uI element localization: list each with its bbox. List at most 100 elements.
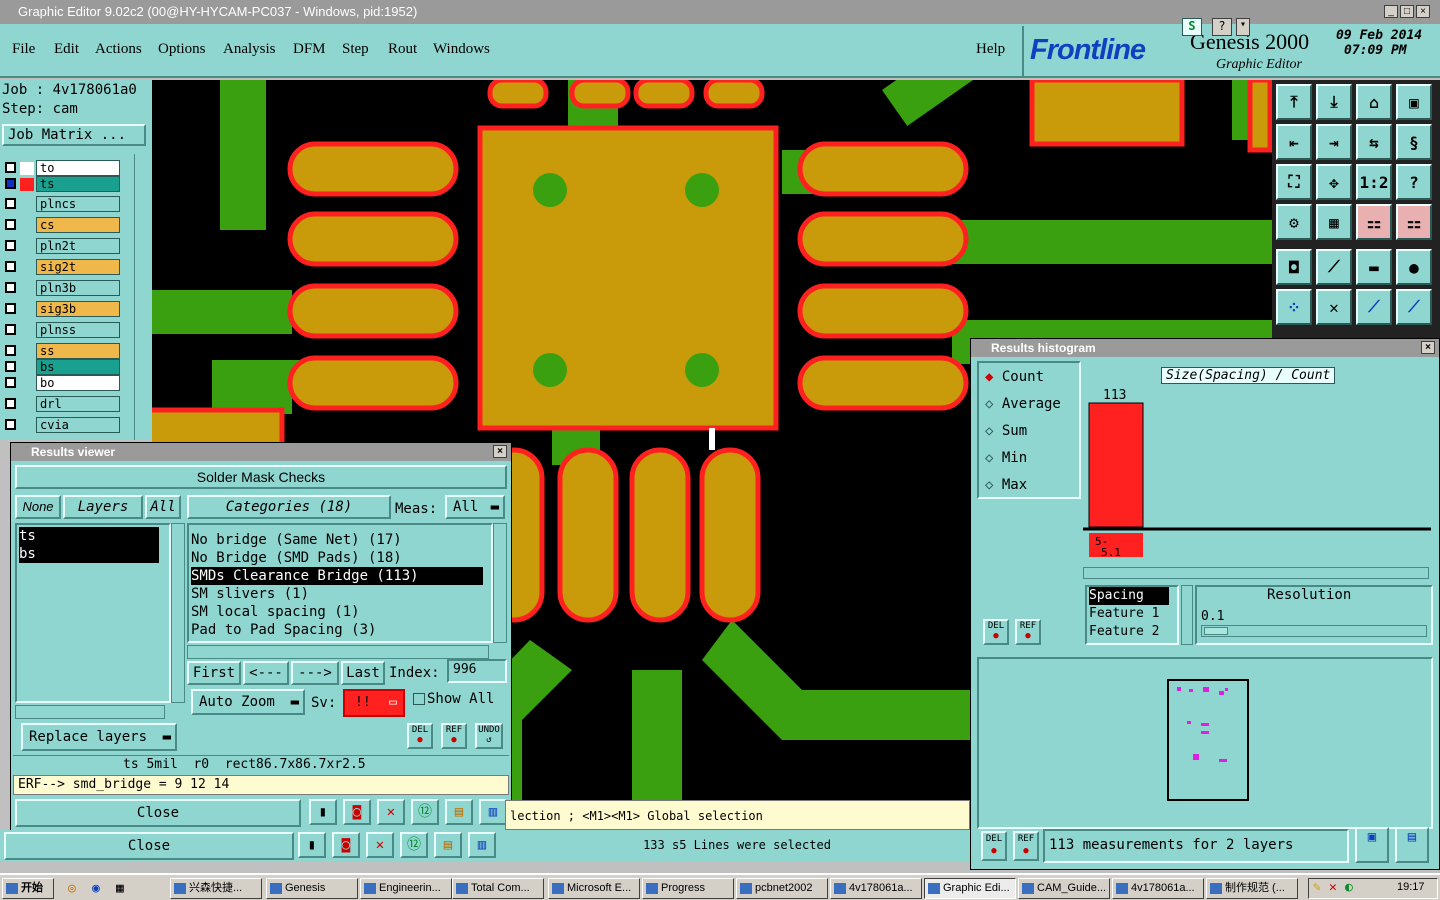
layer-color-swatch[interactable]: [20, 398, 34, 411]
category-item[interactable]: SM slivers (1): [191, 585, 483, 603]
show-all-checkbox[interactable]: [413, 693, 425, 705]
taskbar-item[interactable]: 兴森快捷...: [170, 878, 262, 899]
clock-app-icon[interactable]: ◎: [68, 881, 76, 896]
category-list[interactable]: No bridge (Same Net) (17) No Bridge (SMD …: [187, 523, 493, 643]
taskbar-item[interactable]: 4v178061a...: [830, 878, 922, 899]
layers-tab[interactable]: Layers: [63, 495, 143, 519]
categories-tab[interactable]: Categories (18): [187, 495, 391, 519]
all-button[interactable]: All: [145, 495, 181, 519]
layer-row-bs[interactable]: bs: [2, 359, 120, 375]
radio-icon[interactable]: ◇: [985, 450, 1002, 466]
prev-button[interactable]: <---: [243, 661, 289, 685]
aggregate-option-max[interactable]: ◇ Max: [985, 477, 1027, 493]
layer-color-swatch[interactable]: [20, 303, 34, 316]
layer-row-pln3b[interactable]: pln3b: [2, 280, 120, 296]
help-icon[interactable]: ?: [1396, 164, 1432, 200]
layer-name[interactable]: bs: [36, 359, 120, 375]
layer-row-ts[interactable]: ts: [2, 176, 120, 192]
hist-ref-button[interactable]: REF ●: [1015, 619, 1041, 645]
menu-edit[interactable]: Edit: [54, 41, 79, 58]
layer-color-swatch[interactable]: [20, 178, 34, 191]
layer-list-scrollbar[interactable]: [171, 523, 185, 703]
maximize-button[interactable]: □: [1400, 5, 1414, 18]
layer-name[interactable]: plncs: [36, 196, 120, 212]
zoom-in-icon[interactable]: ⤓: [1316, 84, 1352, 120]
aggregate-option-sum[interactable]: ◇ Sum: [985, 423, 1027, 439]
layer-color-swatch[interactable]: [20, 240, 34, 253]
menu-options[interactable]: Options: [158, 41, 206, 58]
close-button[interactable]: ×: [1416, 5, 1430, 18]
layer-row-pln2t[interactable]: pln2t: [2, 238, 120, 254]
hist-del-button[interactable]: DEL ●: [983, 619, 1009, 645]
layer-name[interactable]: bo: [36, 375, 120, 391]
attribute-list[interactable]: Spacing Feature 1 Feature 2: [1085, 585, 1179, 645]
taskbar-item[interactable]: pcbnet2002: [736, 878, 828, 899]
layer-checkbox[interactable]: [5, 178, 16, 189]
attribute-scrollbar[interactable]: [1181, 585, 1193, 645]
category-item[interactable]: SM local spacing (1): [191, 603, 483, 621]
taskbar-item[interactable]: Total Com...: [452, 878, 544, 899]
menu-windows[interactable]: Windows: [433, 41, 490, 58]
select-icon[interactable]: ◘: [1276, 249, 1312, 285]
layer-name[interactable]: to: [36, 160, 120, 176]
layer-checkbox[interactable]: [5, 345, 16, 356]
delete-node-icon[interactable]: ✕: [1316, 289, 1352, 325]
layer-row-bo[interactable]: bo: [2, 375, 120, 391]
netlist-compare-icon[interactable]: ⚏: [1396, 204, 1432, 240]
grid-icon[interactable]: ▣: [1396, 84, 1432, 120]
zoom-home-icon[interactable]: ⤒: [1276, 84, 1312, 120]
pad-icon[interactable]: ●: [1396, 249, 1432, 285]
layer-name[interactable]: ss: [36, 343, 120, 359]
layer-row-to[interactable]: to: [2, 160, 120, 176]
minimize-button[interactable]: _: [1384, 5, 1398, 18]
netlist-icon[interactable]: ⚏: [1356, 204, 1392, 240]
tray-x-icon[interactable]: ✕: [1329, 880, 1337, 895]
main-close-button[interactable]: Close: [4, 832, 294, 860]
category-hscrollbar[interactable]: [187, 645, 489, 659]
layer-color-swatch[interactable]: [20, 377, 34, 390]
undo-button[interactable]: UNDO ↺: [475, 723, 503, 749]
save-icon[interactable]: S: [1182, 18, 1202, 36]
radio-icon[interactable]: ◇: [985, 423, 1002, 439]
layer-name[interactable]: plnss: [36, 322, 120, 338]
resolution-slider[interactable]: [1201, 625, 1427, 637]
taskbar-item[interactable]: 4v178061a...: [1112, 878, 1204, 899]
layer-checkbox[interactable]: [5, 377, 16, 388]
menu-actions[interactable]: Actions: [95, 41, 142, 58]
radio-icon[interactable]: ◆: [985, 369, 1002, 385]
pan-left-icon[interactable]: ⇤: [1276, 124, 1312, 160]
menu-help[interactable]: Help: [976, 41, 1005, 58]
last-button[interactable]: Last: [341, 661, 385, 685]
category-item[interactable]: SMDs Clearance Bridge (113): [191, 567, 483, 585]
layer-name[interactable]: pln2t: [36, 238, 120, 254]
histogram-close-icon[interactable]: ×: [1421, 341, 1435, 354]
status-delete-record-icon[interactable]: ✕: [366, 832, 394, 858]
fit-icon[interactable]: ⛶: [1276, 164, 1312, 200]
layer-scrollbar[interactable]: [134, 154, 148, 440]
meas-select[interactable]: All ▬: [445, 495, 505, 519]
layer-checkbox[interactable]: [5, 282, 16, 293]
menu-analysis[interactable]: Analysis: [223, 41, 276, 58]
layer-checkbox[interactable]: [5, 198, 16, 209]
taskbar-item[interactable]: Genesis: [266, 878, 358, 899]
category-item[interactable]: No bridge (Same Net) (17): [191, 531, 483, 549]
edit-shape-icon[interactable]: ⟋: [1316, 249, 1352, 285]
route-icon[interactable]: ⟋: [1396, 289, 1432, 325]
ratio-icon[interactable]: 1:2: [1356, 164, 1392, 200]
viewer-delete-record-icon[interactable]: ✕: [377, 799, 405, 825]
status-chart-icon[interactable]: ▥: [468, 832, 496, 858]
radio-icon[interactable]: ◇: [985, 396, 1002, 412]
menu-file[interactable]: File: [12, 41, 35, 58]
layer-name[interactable]: pln3b: [36, 280, 120, 296]
status-record-icon[interactable]: ◙: [332, 832, 360, 858]
layer-name[interactable]: cs: [36, 217, 120, 233]
browser-icon[interactable]: ◉: [92, 881, 100, 896]
ref-button[interactable]: REF ●: [441, 723, 467, 749]
attribute-item[interactable]: Feature 2: [1089, 623, 1169, 641]
menu-rout[interactable]: Rout: [388, 41, 417, 58]
measure-icon[interactable]: ⚙: [1276, 204, 1312, 240]
mirror-icon[interactable]: ⇆: [1356, 124, 1392, 160]
category-item[interactable]: Pad to Pad Spacing (3): [191, 621, 483, 639]
viewer-chart-icon[interactable]: ▥: [479, 799, 507, 825]
chart-export-icon[interactable]: ▣: [1355, 827, 1389, 863]
